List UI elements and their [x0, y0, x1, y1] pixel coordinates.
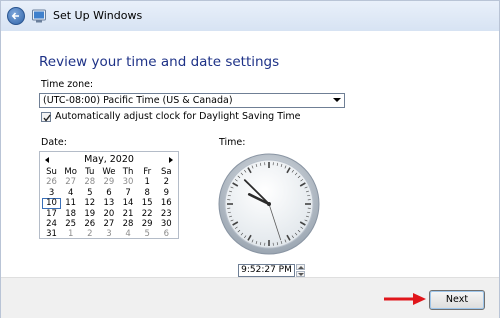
dropdown-arrow-icon[interactable] — [333, 98, 341, 102]
calendar-day[interactable]: 25 — [61, 219, 80, 229]
calendar-grid: Su Mo Tu We Th Fr Sa 26 27 28 29 30 1 2 3 4 5 6 7 8 9 10 11 12 1… — [42, 167, 176, 240]
spin-up-icon[interactable] — [296, 264, 305, 270]
window-title: Set Up Windows — [53, 9, 143, 22]
red-arrow-icon — [384, 293, 426, 305]
calendar-day[interactable]: 26 — [80, 219, 99, 229]
calendar-day[interactable]: 2 — [157, 177, 176, 187]
calendar-day[interactable]: 30 — [157, 219, 176, 229]
calendar-weekday: Su — [46, 167, 57, 177]
date-label: Date: — [41, 137, 67, 148]
calendar-day[interactable]: 24 — [42, 219, 61, 229]
timezone-dropdown[interactable]: (UTC-08:00) Pacific Time (US & Canada) — [39, 93, 345, 108]
calendar-day[interactable]: 28 — [80, 177, 99, 187]
calendar-day[interactable]: 4 — [61, 188, 80, 198]
calendar-weekday: Sa — [161, 167, 172, 177]
calendar-day[interactable]: 22 — [138, 209, 157, 219]
calendar-day[interactable]: 28 — [119, 219, 138, 229]
calendar-day[interactable]: 6 — [157, 229, 176, 239]
calendar-day[interactable]: 14 — [119, 198, 138, 208]
calendar-day[interactable]: 26 — [42, 177, 61, 187]
time-input[interactable]: 9:52:27 PM — [238, 264, 295, 277]
calendar-day[interactable]: 9 — [157, 188, 176, 198]
calendar-day[interactable]: 27 — [61, 177, 80, 187]
calendar-weekday: Th — [122, 167, 134, 177]
dst-label: Automatically adjust clock for Daylight … — [55, 111, 301, 122]
calendar-day[interactable]: 1 — [138, 177, 157, 187]
footer-bar: Next — [1, 277, 499, 318]
analog-clock — [218, 153, 320, 255]
calendar-day[interactable]: 3 — [99, 229, 118, 239]
timezone-label: Time zone: — [41, 79, 94, 90]
dst-checkbox[interactable] — [41, 112, 51, 122]
calendar-day[interactable]: 2 — [80, 229, 99, 239]
back-button[interactable] — [7, 7, 25, 25]
timezone-value: (UTC-08:00) Pacific Time (US & Canada) — [43, 95, 233, 106]
calendar-day[interactable]: 29 — [99, 177, 118, 187]
calendar-day[interactable]: 1 — [61, 229, 80, 239]
calendar-day[interactable]: 6 — [99, 188, 118, 198]
calendar-month-title[interactable]: May, 2020 — [40, 154, 178, 165]
calendar-day[interactable]: 7 — [119, 188, 138, 198]
calendar-day[interactable]: 13 — [99, 198, 118, 208]
time-spinner[interactable] — [296, 264, 306, 277]
calendar-week-row: 31 1 2 3 4 5 6 — [42, 229, 176, 239]
calendar-day[interactable]: 20 — [99, 209, 118, 219]
windows-setup-icon — [32, 9, 46, 23]
calendar-weekday: Fr — [143, 167, 152, 177]
calendar-week-row: 24 25 26 27 28 29 30 — [42, 219, 176, 229]
calendar-day[interactable]: 5 — [80, 188, 99, 198]
calendar-weekday: Mo — [64, 167, 77, 177]
calendar-day[interactable]: 31 — [42, 229, 61, 239]
calendar-day[interactable]: 10 — [42, 198, 62, 209]
calendar-day[interactable]: 3 — [42, 188, 61, 198]
next-month-icon[interactable] — [169, 157, 173, 163]
calendar-day[interactable]: 18 — [61, 209, 80, 219]
next-button[interactable]: Next — [429, 290, 485, 310]
calendar-day[interactable]: 11 — [61, 198, 80, 208]
calendar-week-row: 3456789 — [42, 188, 176, 198]
back-arrow-icon — [11, 12, 19, 20]
title-bar: Set Up Windows — [1, 1, 499, 31]
calendar-day[interactable]: 16 — [157, 198, 176, 208]
calendar-weekday-row: Su Mo Tu We Th Fr Sa — [42, 167, 176, 177]
calendar-day[interactable]: 21 — [119, 209, 138, 219]
calendar-week-row: 26 27 28 29 30 1 2 — [42, 177, 176, 187]
calendar-day[interactable]: 12 — [80, 198, 99, 208]
calendar: May, 2020 Su Mo Tu We Th Fr Sa 26 27 28 29 30 1 2 3 4 5 6… — [39, 151, 179, 239]
calendar-week-row: 17 18 19 20 21 22 23 — [42, 209, 176, 219]
calendar-day[interactable]: 17 — [42, 209, 61, 219]
calendar-week-row: 10 11 12 13 14 15 16 — [42, 198, 176, 209]
calendar-day[interactable]: 23 — [157, 209, 176, 219]
checkmark-icon — [43, 114, 51, 122]
calendar-day[interactable]: 15 — [138, 198, 157, 208]
calendar-day[interactable]: 30 — [119, 177, 138, 187]
calendar-weekday: We — [102, 167, 116, 177]
content-area: Review your time and date settings Time … — [1, 31, 499, 277]
calendar-day[interactable]: 29 — [138, 219, 157, 229]
calendar-day[interactable]: 8 — [138, 188, 157, 198]
calendar-weekday: Tu — [85, 167, 95, 177]
calendar-day[interactable]: 5 — [138, 229, 157, 239]
time-label: Time: — [219, 137, 246, 148]
calendar-day[interactable]: 27 — [99, 219, 118, 229]
setup-window: Set Up Windows Review your time and date… — [0, 0, 500, 318]
calendar-day[interactable]: 19 — [80, 209, 99, 219]
page-heading: Review your time and date settings — [39, 54, 280, 70]
calendar-day[interactable]: 4 — [119, 229, 138, 239]
